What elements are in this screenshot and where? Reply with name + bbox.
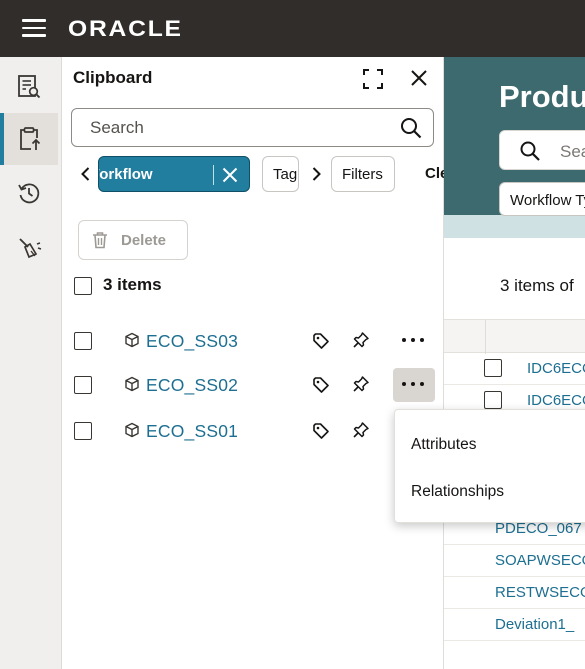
row-checkbox[interactable]	[74, 376, 92, 394]
filters-button-label: Filters	[342, 166, 383, 183]
table-cell-link[interactable]: SOAPWSECO	[495, 552, 585, 569]
row-checkbox[interactable]	[74, 332, 92, 350]
chevron-left-icon[interactable]	[76, 164, 96, 184]
hero-banner-strip	[444, 215, 585, 238]
search-icon	[520, 141, 540, 161]
oracle-logo: ORACLE	[68, 16, 183, 41]
clipboard-upload-icon	[20, 127, 41, 150]
chevron-right-icon[interactable]	[306, 164, 326, 184]
products-search-placeholder: Search	[560, 142, 585, 161]
menu-item-label: Relationships	[411, 483, 505, 500]
delete-button-label: Delete	[121, 232, 167, 249]
table-cell-link[interactable]: RESTWSECO	[495, 584, 585, 601]
list-item[interactable]: ECO_SS02	[62, 363, 444, 407]
more-actions-button[interactable]	[393, 324, 435, 358]
cleanup-broom-icon	[19, 238, 42, 259]
item-name-link[interactable]: ECO_SS03	[146, 331, 238, 352]
filters-button[interactable]: Filters	[331, 156, 395, 192]
rail-item-search-list[interactable]	[0, 61, 58, 113]
item-cube-icon	[125, 332, 139, 348]
trash-icon	[93, 232, 107, 249]
search-icon[interactable]	[400, 117, 422, 139]
table-row: SOAPWSECO	[444, 545, 585, 577]
hamburger-menu-icon[interactable]	[22, 19, 46, 37]
item-cube-icon	[125, 376, 139, 392]
workflow-type-chip[interactable]: Workflow Type	[499, 182, 585, 216]
filter-chips-bar: Select Workflow Tag Filters Clear	[62, 156, 444, 194]
clipboard-search	[71, 108, 434, 147]
item-name-link[interactable]: ECO_SS02	[146, 375, 238, 396]
page-title: Products	[499, 79, 585, 114]
table-cell-link[interactable]: IDC6ECO	[527, 360, 585, 377]
clear-filters-link[interactable]: Clear	[425, 165, 444, 182]
more-actions-button[interactable]	[393, 368, 435, 402]
menu-item-relationships[interactable]: Relationships	[395, 469, 585, 515]
products-search-input[interactable]: Search	[499, 130, 585, 170]
tag-icon[interactable]	[312, 332, 330, 350]
row-checkbox[interactable]	[484, 359, 502, 377]
rail-item-clipboard[interactable]	[0, 113, 58, 165]
clipboard-panel: Clipboard Select Workflow Tag	[62, 57, 444, 669]
pin-icon[interactable]	[352, 421, 370, 439]
table-row: IDC6ECO	[444, 353, 585, 385]
panel-title: Clipboard	[73, 68, 153, 87]
left-rail	[0, 57, 62, 669]
list-search-icon	[18, 75, 41, 99]
results-count: 3 items of	[500, 276, 574, 295]
filter-chip-workflow-label: Select Workflow	[99, 166, 153, 183]
remove-filter-icon[interactable]	[220, 165, 240, 185]
tag-icon[interactable]	[312, 422, 330, 440]
select-all-checkbox[interactable]	[74, 277, 92, 295]
list-item[interactable]: ECO_SS01	[62, 409, 444, 453]
rail-item-history[interactable]	[0, 167, 58, 219]
filter-chip-tag[interactable]: Tag	[262, 156, 299, 192]
list-item[interactable]: ECO_SS03	[62, 319, 444, 363]
filter-chip-workflow[interactable]: Select Workflow	[98, 156, 250, 192]
item-name-link[interactable]: ECO_SS01	[146, 421, 238, 442]
delete-button[interactable]: Delete	[78, 220, 188, 260]
table-row: RESTWSECO	[444, 577, 585, 609]
pin-icon[interactable]	[352, 331, 370, 349]
table-cell-link[interactable]: IDC6ECO	[527, 392, 585, 409]
workflow-type-chip-label: Workflow Type	[510, 192, 585, 209]
table-header	[444, 319, 585, 354]
rail-item-cleanup[interactable]	[0, 222, 58, 274]
row-checkbox[interactable]	[484, 391, 502, 409]
row-checkbox[interactable]	[74, 422, 92, 440]
top-bar: ORACLE	[0, 0, 585, 57]
tag-icon[interactable]	[312, 376, 330, 394]
close-button[interactable]	[407, 66, 431, 90]
menu-item-label: Attributes	[411, 436, 477, 453]
filter-chip-tag-label: Tag	[273, 166, 298, 183]
table-cell-link[interactable]: Deviation1_	[495, 616, 574, 633]
clipboard-search-input[interactable]	[90, 109, 390, 146]
expand-button[interactable]	[361, 67, 385, 91]
item-count: 3 items	[103, 275, 162, 294]
pin-icon[interactable]	[352, 375, 370, 393]
expand-icon	[363, 69, 383, 89]
table-row: Deviation1_	[444, 609, 585, 641]
menu-item-attributes[interactable]: Attributes	[395, 422, 585, 468]
close-icon	[411, 70, 427, 86]
products-page-background: Products Search Workflow Type 3 items of…	[444, 57, 585, 669]
history-icon	[18, 183, 40, 204]
item-cube-icon	[125, 422, 139, 438]
row-actions-menu: Attributes Relationships	[394, 409, 585, 523]
